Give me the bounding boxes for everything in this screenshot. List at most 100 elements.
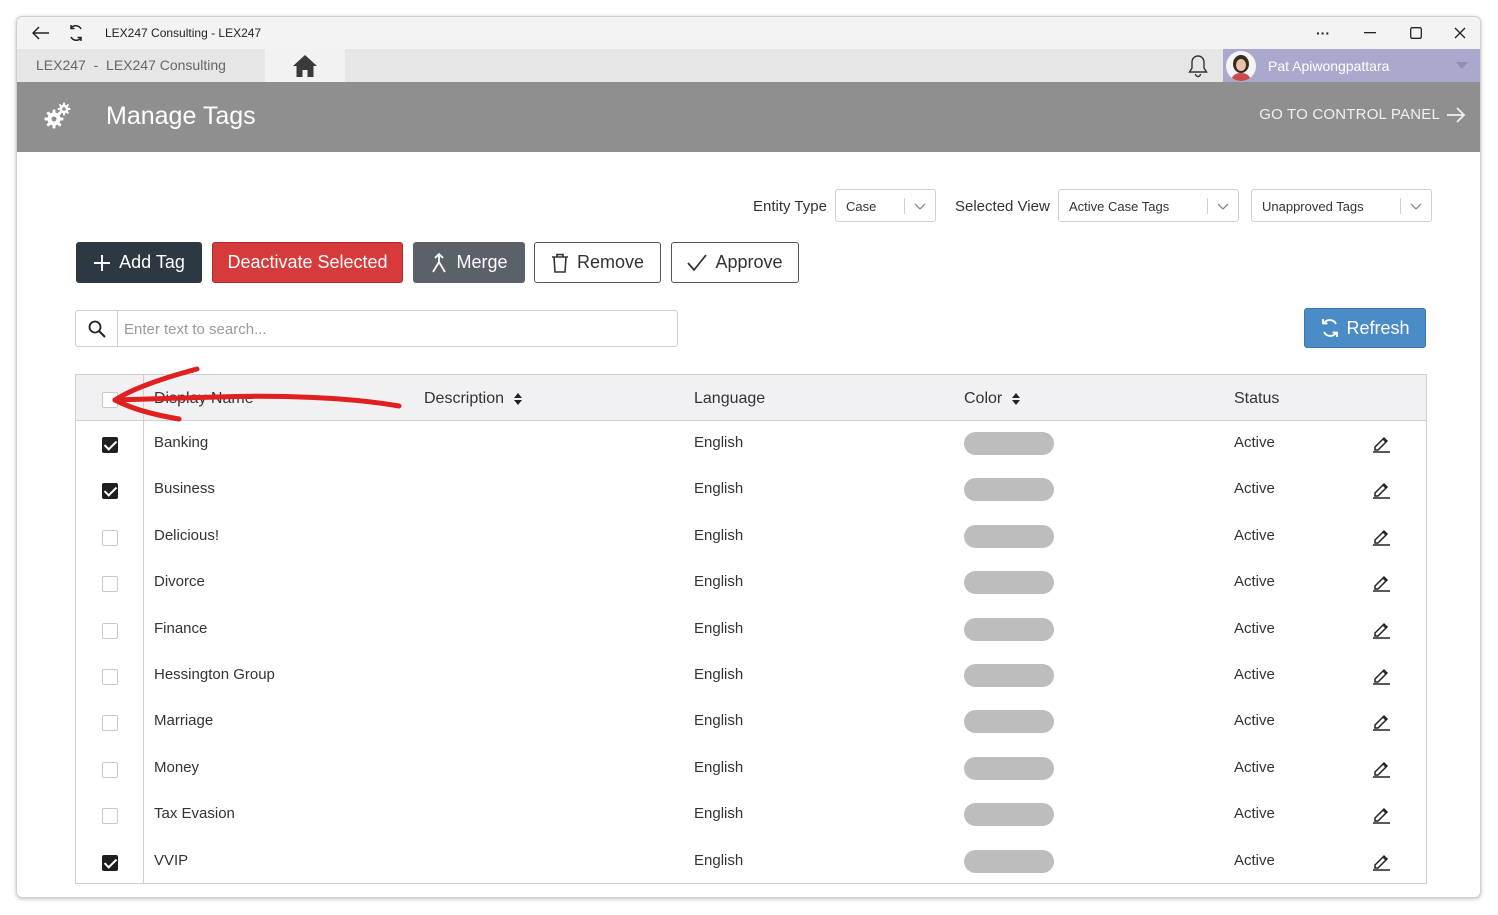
tag-status: Active	[1234, 619, 1275, 637]
select-all-checkbox[interactable]	[102, 392, 118, 408]
app-nav-bar: LEX247 - LEX247 Consulting Pat Apiwongpa…	[17, 49, 1480, 82]
select-divider	[904, 198, 905, 214]
close-icon	[1454, 27, 1466, 39]
row-checkbox[interactable]	[102, 854, 118, 871]
table-row[interactable]: Delicious! English Active	[76, 515, 1426, 561]
control-panel-link[interactable]: GO TO CONTROL PANEL	[1259, 106, 1466, 123]
table-row[interactable]: Marriage English Active	[76, 700, 1426, 746]
arrow-left-icon	[32, 26, 49, 40]
table-row[interactable]: VVIP English Active	[76, 840, 1426, 886]
approve-label: Approve	[715, 252, 783, 272]
edit-button[interactable]	[1371, 572, 1391, 592]
pencil-icon	[1373, 854, 1390, 871]
table-row[interactable]: Money English Active	[76, 747, 1426, 793]
title-bar: LEX247 Consulting - LEX247 ···	[17, 17, 1480, 49]
tag-status: Active	[1234, 573, 1275, 591]
pencil-icon	[1373, 668, 1390, 685]
maximize-button[interactable]	[1396, 17, 1436, 49]
tag-language: English	[694, 666, 744, 683]
refresh-label: Refresh	[1346, 317, 1410, 338]
sort-icon	[1012, 393, 1021, 405]
tag-language: English	[694, 526, 744, 544]
remove-label: Remove	[576, 252, 645, 272]
row-checkbox[interactable]	[102, 669, 118, 685]
column-header-color[interactable]: Color	[964, 390, 1021, 408]
merge-button[interactable]: Merge	[413, 242, 525, 283]
tag-language: English	[694, 619, 744, 637]
home-tab[interactable]	[265, 49, 345, 82]
close-window-button[interactable]	[1440, 17, 1480, 49]
edit-button[interactable]	[1371, 619, 1391, 639]
edit-button[interactable]	[1371, 851, 1391, 871]
refresh-button[interactable]: Refresh	[1304, 308, 1426, 348]
reload-button[interactable]	[61, 17, 91, 49]
column-header-description[interactable]: Description	[424, 390, 523, 408]
deactivate-selected-button[interactable]: Deactivate Selected	[212, 242, 403, 283]
row-checkbox[interactable]	[102, 761, 118, 778]
tag-color-swatch	[964, 571, 1054, 595]
row-checkbox[interactable]	[102, 576, 118, 593]
select-divider	[1207, 198, 1208, 214]
minimize-icon	[1364, 32, 1376, 34]
bell-icon	[1188, 55, 1208, 78]
user-name: Pat Apiwongpattara	[1268, 57, 1390, 74]
chevron-down-icon	[914, 203, 926, 210]
row-checkbox[interactable]	[102, 808, 118, 825]
gears-icon	[44, 102, 71, 129]
edit-button[interactable]	[1371, 526, 1391, 546]
entity-type-select[interactable]: Case	[835, 189, 936, 222]
tag-language: English	[694, 758, 744, 776]
tag-color-swatch	[964, 803, 1054, 827]
tag-name: VVIP	[154, 851, 189, 869]
search-input[interactable]	[124, 317, 664, 341]
table-header: Display Name Description Language Color …	[76, 375, 1426, 421]
tag-filter-select[interactable]: Unapproved Tags	[1251, 189, 1432, 222]
tag-color-swatch	[964, 756, 1054, 780]
tag-language: English	[694, 434, 744, 451]
maximize-icon	[1410, 27, 1422, 39]
merge-icon	[432, 252, 447, 272]
column-header-status[interactable]: Status	[1234, 390, 1279, 408]
minimize-button[interactable]	[1350, 17, 1390, 49]
selected-view-select[interactable]: Active Case Tags	[1058, 189, 1239, 222]
edit-button[interactable]	[1371, 758, 1391, 778]
edit-button[interactable]	[1371, 711, 1391, 732]
tag-language: English	[694, 480, 744, 498]
back-button[interactable]	[23, 17, 59, 49]
more-options-button[interactable]: ···	[1303, 17, 1343, 49]
tag-language: English	[694, 851, 744, 869]
row-checkbox[interactable]	[102, 483, 118, 500]
table-row[interactable]: Finance English Active	[76, 608, 1426, 654]
row-checkbox[interactable]	[102, 437, 118, 453]
table-row[interactable]: Hessington Group English Active	[76, 654, 1426, 700]
remove-button[interactable]: Remove	[534, 242, 661, 283]
tag-color-swatch	[964, 617, 1054, 641]
home-icon	[293, 54, 317, 77]
user-menu[interactable]: Pat Apiwongpattara	[1223, 49, 1480, 82]
entity-type-value: Case	[846, 199, 877, 214]
row-checkbox[interactable]	[102, 715, 118, 732]
search-icon	[76, 311, 118, 346]
table-row[interactable]: Tax Evasion English Active	[76, 793, 1426, 839]
selected-view-value: Active Case Tags	[1069, 199, 1170, 214]
edit-button[interactable]	[1371, 665, 1391, 685]
edit-button[interactable]	[1371, 433, 1391, 453]
table-row[interactable]: Divorce English Active	[76, 561, 1426, 607]
tag-status: Active	[1234, 758, 1275, 776]
column-header-display-name[interactable]: Display Name	[154, 390, 254, 408]
approve-button[interactable]: Approve	[671, 242, 799, 283]
tag-color-swatch	[964, 664, 1054, 687]
notifications-button[interactable]	[1185, 53, 1213, 79]
tag-name: Marriage	[154, 712, 214, 730]
table-row[interactable]: Business English Active	[76, 468, 1426, 514]
edit-button[interactable]	[1371, 479, 1391, 500]
row-checkbox[interactable]	[102, 529, 118, 546]
row-checkbox[interactable]	[102, 622, 118, 639]
breadcrumb[interactable]: LEX247 - LEX247 Consulting	[36, 57, 226, 73]
column-header-language[interactable]: Language	[694, 390, 765, 408]
add-tag-button[interactable]: Add Tag	[76, 242, 202, 283]
entity-type-label: Entity Type	[753, 198, 827, 215]
edit-button[interactable]	[1371, 804, 1391, 824]
window-title: LEX247 Consulting - LEX247	[105, 26, 262, 40]
table-row[interactable]: Banking English Active	[76, 422, 1426, 468]
